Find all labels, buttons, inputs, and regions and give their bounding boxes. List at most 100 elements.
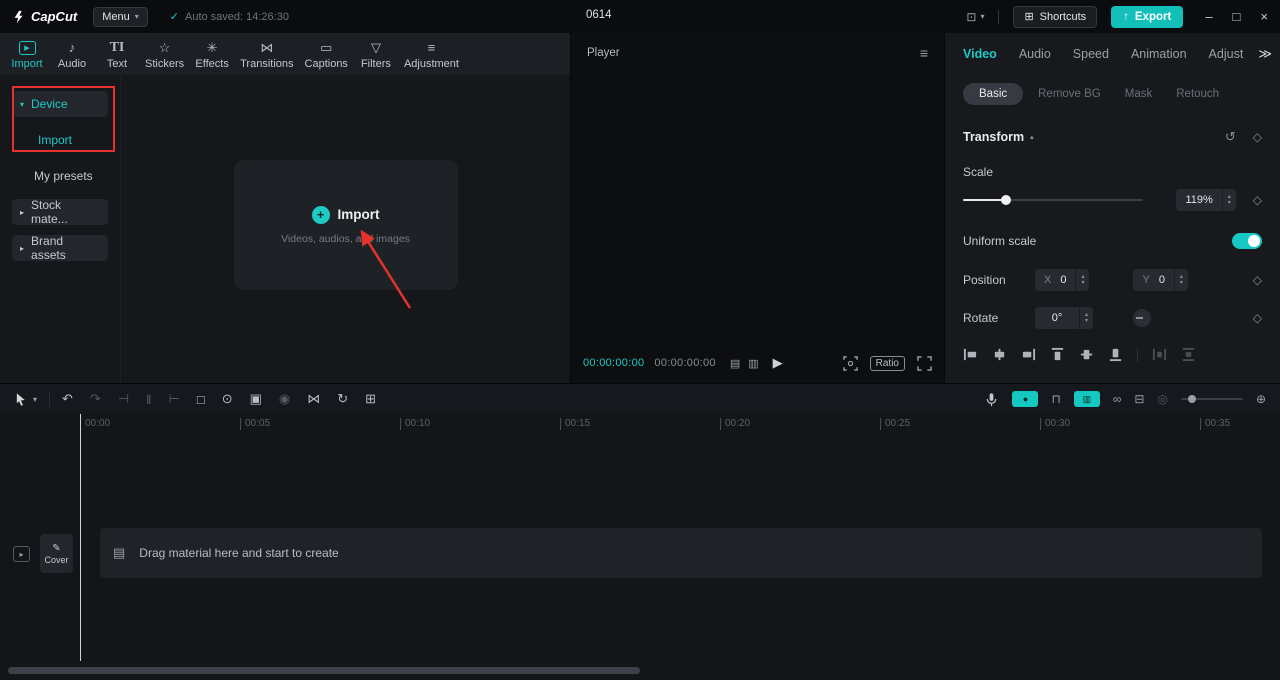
record-toggle[interactable]: ● — [1012, 391, 1039, 407]
media-tab-stickers[interactable]: ☆ Stickers — [145, 40, 184, 71]
chevron-down-icon: ▾ — [20, 99, 25, 109]
prev-frame-icon[interactable]: ▤ — [730, 357, 740, 370]
tab-speed[interactable]: Speed — [1073, 47, 1109, 61]
export-button[interactable]: ↑ Export — [1111, 5, 1184, 28]
position-x-input[interactable]: X0 ▴ ▾ — [1035, 269, 1090, 291]
main-track-icon[interactable]: ▸ — [13, 546, 30, 562]
distribute-horizontal-icon[interactable] — [1152, 347, 1167, 362]
align-top-icon[interactable] — [1050, 347, 1065, 362]
display-mode-button[interactable]: ⊡ ▾ — [966, 10, 984, 24]
menu-button[interactable]: Menu ▾ — [93, 6, 148, 27]
sidebar-item-brand-assets[interactable]: ▸ Brand assets — [12, 234, 108, 262]
undo-icon[interactable]: ↶ — [62, 391, 73, 407]
media-tab-audio[interactable]: ♪ Audio — [55, 40, 89, 70]
freeze-frame-icon[interactable]: ◉ — [279, 391, 290, 407]
cover-button[interactable]: ✎ Cover — [40, 534, 73, 573]
magnet-icon[interactable]: ⊓ — [1051, 392, 1060, 406]
subtab-retouch[interactable]: Retouch — [1167, 83, 1228, 105]
media-tab-transitions[interactable]: ⋈ Transitions — [240, 40, 293, 71]
timeline-scrollbar[interactable] — [8, 667, 1272, 674]
subtab-mask[interactable]: Mask — [1116, 83, 1161, 105]
preview-toggle[interactable]: ▥ — [1073, 391, 1100, 407]
delete-icon[interactable]: □ — [197, 392, 205, 407]
minimize-button[interactable]: – — [1205, 9, 1212, 24]
rotate-dial[interactable] — [1133, 309, 1151, 327]
position-x-stepper[interactable]: ▴ ▾ — [1075, 269, 1090, 291]
media-tab-import[interactable]: ▶ Import — [10, 41, 44, 70]
next-frame-icon[interactable]: ▥ — [748, 357, 758, 370]
focus-frame-icon[interactable] — [842, 355, 858, 371]
scale-value-input[interactable]: 119% ▴ ▾ — [1176, 189, 1236, 211]
maximize-button[interactable]: □ — [1233, 9, 1241, 24]
align-right-icon[interactable] — [1021, 347, 1036, 362]
fullscreen-icon[interactable] — [917, 355, 932, 371]
media-tab-text[interactable]: TI Text — [100, 40, 134, 71]
tab-video[interactable]: Video — [963, 47, 997, 61]
timeline-zoom-slider[interactable] — [1180, 394, 1243, 404]
position-y-stepper[interactable]: ▴ ▾ — [1173, 269, 1188, 291]
overlay-icon[interactable]: ▣ — [250, 391, 262, 407]
scale-slider[interactable] — [963, 194, 1143, 206]
trim-left-icon[interactable]: ⊣ — [118, 391, 129, 407]
select-tool-button[interactable]: ▾ — [14, 392, 37, 407]
align-left-icon[interactable] — [963, 347, 978, 362]
zoom-slider-thumb[interactable] — [1187, 395, 1196, 403]
trim-right-icon[interactable]: ⊢ — [169, 391, 180, 407]
subtab-remove-bg[interactable]: Remove BG — [1029, 83, 1110, 105]
more-tabs-icon[interactable]: ≫ — [1254, 46, 1272, 62]
scale-slider-thumb[interactable] — [1001, 195, 1011, 205]
sidebar-item-device[interactable]: ▾ Device — [12, 91, 108, 117]
media-tab-captions[interactable]: ▭ Captions — [305, 40, 348, 71]
zoom-out-icon[interactable]: ◎ — [1157, 392, 1167, 406]
mask-icon[interactable]: ⊙ — [222, 391, 233, 407]
tab-adjust[interactable]: Adjust — [1209, 47, 1244, 61]
scale-stepper[interactable]: ▴ ▾ — [1221, 189, 1236, 211]
player-menu-icon[interactable]: ≡ — [920, 45, 928, 61]
close-button[interactable]: × — [1260, 9, 1268, 24]
capcut-logo-icon — [14, 10, 23, 23]
distribute-vertical-icon[interactable] — [1181, 347, 1196, 362]
ratio-button[interactable]: Ratio — [869, 355, 905, 371]
media-tab-filters[interactable]: ▽ Filters — [359, 40, 393, 71]
link-icon[interactable]: ∞ — [1113, 392, 1122, 406]
rotate-stepper[interactable]: ▴ ▾ — [1079, 307, 1093, 329]
subtab-basic[interactable]: Basic — [963, 83, 1024, 105]
scrollbar-thumb[interactable] — [8, 667, 640, 674]
media-tab-adjustment[interactable]: ≡ Adjustment — [404, 40, 459, 70]
align-center-horizontal-icon[interactable] — [992, 347, 1007, 362]
rotate-input[interactable]: 0° ▴ ▾ — [1035, 307, 1093, 329]
timeline-ruler[interactable]: 00:00 00:05 00:10 00:15 00:20 00:25 00:3… — [0, 414, 1280, 434]
playhead[interactable] — [80, 414, 81, 661]
play-button[interactable]: ▶ — [773, 355, 783, 371]
sidebar-item-import[interactable]: Import — [12, 127, 108, 153]
crop-icon[interactable]: ⊞ — [365, 391, 376, 407]
position-y-input[interactable]: Y0 ▴ ▾ — [1133, 269, 1188, 291]
keyframe-diamond-icon[interactable]: ◇ — [1253, 273, 1262, 287]
multicam-icon[interactable]: ⊟ — [1134, 392, 1144, 406]
keyframe-diamond-icon[interactable]: ◇ — [1253, 130, 1262, 144]
shortcuts-button[interactable]: ⊞ Shortcuts — [1013, 5, 1098, 28]
tab-animation[interactable]: Animation — [1131, 47, 1187, 61]
fit-timeline-icon[interactable]: ⊕ — [1256, 392, 1266, 406]
redo-icon[interactable]: ↷ — [90, 391, 101, 407]
sidebar-item-my-presets[interactable]: My presets — [12, 163, 108, 189]
import-dropzone[interactable]: + Import Videos, audios, and images — [233, 160, 458, 290]
reset-icon[interactable]: ↺ — [1225, 129, 1236, 145]
media-tab-effects[interactable]: ✳ Effects — [195, 40, 229, 71]
keyframe-diamond-icon[interactable]: ◇ — [1253, 311, 1262, 325]
align-center-vertical-icon[interactable] — [1079, 347, 1094, 362]
tab-audio[interactable]: Audio — [1019, 47, 1051, 61]
uniform-scale-toggle[interactable] — [1232, 233, 1262, 249]
keyframe-diamond-icon[interactable]: ◇ — [1253, 193, 1262, 207]
export-icon: ↑ — [1123, 10, 1129, 23]
mirror-icon[interactable]: ⋈ — [307, 391, 320, 407]
collapse-icon[interactable]: ▴ — [1030, 133, 1034, 141]
rotate-icon[interactable]: ↻ — [337, 391, 348, 407]
app-name: CapCut — [31, 9, 78, 24]
empty-track-dropzone[interactable]: ▤ Drag material here and start to create — [100, 528, 1262, 578]
sidebar-item-stock-materials[interactable]: ▸ Stock mate... — [12, 198, 108, 226]
split-icon[interactable]: ‖ — [146, 392, 151, 407]
voiceover-mic-icon[interactable] — [984, 392, 999, 407]
timeline-panel: ▾ ↶ ↷ ⊣ ‖ ⊢ □ ⊙ ▣ ◉ ⋈ ↻ ⊞ ● ⊓ ▥ ∞ ⊟ ◎ ⊕ … — [0, 383, 1280, 680]
align-bottom-icon[interactable] — [1108, 347, 1123, 362]
